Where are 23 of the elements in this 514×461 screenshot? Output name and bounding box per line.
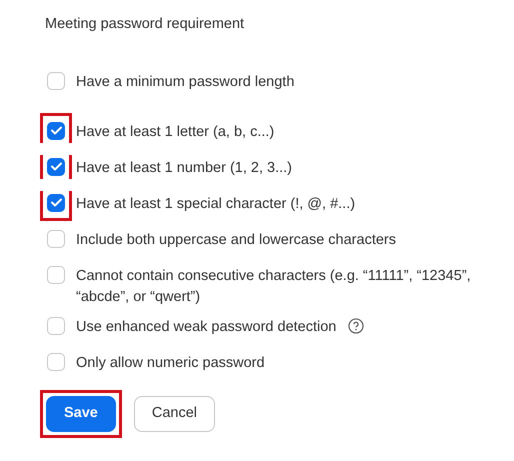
checkbox[interactable] bbox=[47, 352, 65, 371]
checkbox[interactable] bbox=[47, 194, 65, 212]
checkbox[interactable] bbox=[47, 230, 65, 248]
option-label: Use enhanced weak password detection bbox=[76, 318, 336, 335]
check-icon bbox=[50, 198, 62, 208]
checkbox[interactable] bbox=[47, 266, 65, 284]
option-label: Cannot contain consecutive characters (e.g. “11111”, “12345”, “abcde”, or “qwert”) bbox=[76, 268, 471, 305]
checkbox[interactable] bbox=[47, 316, 65, 335]
section-title: Meeting password requirement bbox=[45, 15, 246, 34]
option-label: Only allow numeric password bbox=[76, 354, 265, 371]
checkbox[interactable] bbox=[47, 72, 65, 90]
check-icon bbox=[50, 126, 62, 136]
help-icon[interactable] bbox=[348, 318, 364, 334]
checkbox[interactable] bbox=[47, 122, 65, 140]
cancel-button[interactable]: Cancel bbox=[134, 396, 216, 432]
checkbox[interactable] bbox=[47, 158, 65, 176]
option-label: Have a minimum password length bbox=[76, 74, 294, 90]
save-button[interactable]: Save bbox=[46, 396, 116, 432]
option-label: Have at least 1 special character (!, @, #...) bbox=[76, 196, 356, 212]
check-icon bbox=[50, 162, 62, 172]
option-label: Have at least 1 number (1, 2, 3...) bbox=[76, 160, 292, 176]
option-label: Have at least 1 letter (a, b, c...) bbox=[76, 124, 274, 140]
option-label: Include both uppercase and lowercase characters bbox=[76, 232, 396, 248]
